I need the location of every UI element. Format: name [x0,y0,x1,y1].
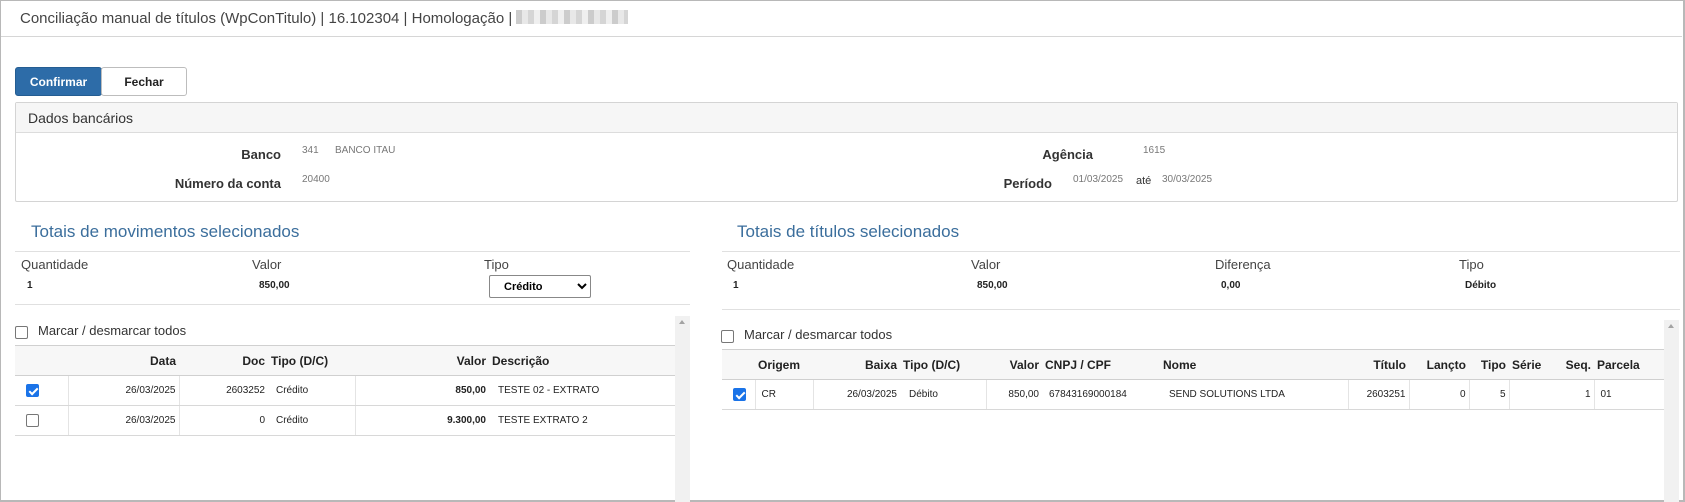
row-select-cell [15,375,69,406]
account-number-value: 20400 [302,174,330,185]
row-installment: 01 [1594,379,1664,410]
titles-header-select [722,349,755,380]
bank-panel-title: Dados bancários [16,103,1677,133]
row-type: Débito [900,379,987,410]
movements-mark-all-checkbox[interactable] [15,326,28,339]
row-select-cell [722,379,756,410]
titles-difference-label: Diferença [1215,257,1271,272]
movements-header-doc[interactable]: Doc [179,345,268,376]
titles-value-label: Valor [971,257,1001,272]
row-select-cell [15,405,69,436]
bank-code: 341 [302,145,319,156]
titles-header-installment[interactable]: Parcela [1594,349,1664,380]
titles-value-value: 850,00 [977,280,1008,291]
movements-scrollbar[interactable] [675,316,690,502]
titles-header-type[interactable]: Tipo (D/C) [900,349,986,380]
row-type: Crédito [268,375,356,406]
redacted-environment-name [516,10,629,24]
row-date: 26/03/2025 [68,375,180,406]
titles-type-label: Tipo [1459,257,1484,272]
titles-table-header: Origem Baixa Tipo (D/C) Valor CNPJ / CPF… [722,349,1664,380]
row-date: 26/03/2025 [68,405,180,436]
row-sequence: 1 [1552,379,1595,410]
period-end: 30/03/2025 [1162,174,1213,185]
window-title-bar: Conciliação manual de títulos (WpConTitu… [1,1,1682,37]
titles-type-value: Débito [1465,280,1497,291]
row-origin: CR [755,379,814,410]
table-row[interactable]: CR 26/03/2025 Débito 850,00 678431690001… [722,379,1664,410]
titles-header-origin[interactable]: Origem [755,349,813,380]
movements-table: Data Doc Tipo (D/C) Valor Descrição 26/0… [15,345,675,436]
titles-table: Origem Baixa Tipo (D/C) Valor CNPJ / CPF… [722,349,1664,410]
row-name: SEND SOLUTIONS LTDA [1160,379,1349,410]
titles-mark-all-checkbox[interactable] [721,330,734,343]
titles-header-kind[interactable]: Tipo [1469,349,1509,380]
movements-totals-divider [15,304,690,305]
titles-header-name[interactable]: Nome [1160,349,1348,380]
movements-header-value[interactable]: Valor [355,345,489,376]
movements-mark-all-label: Marcar / desmarcar todos [38,323,187,338]
row-description: TESTE EXTRATO 2 [489,405,675,436]
movements-header-select [15,345,68,376]
titles-scrollbar[interactable] [1664,320,1679,502]
table-row[interactable]: 26/03/2025 0 Crédito 9.300,00 TESTE EXTR… [15,405,675,436]
scroll-up-arrow-icon[interactable] [679,320,685,324]
close-button[interactable]: Fechar [101,67,187,96]
row-checkbox[interactable] [26,384,39,397]
scroll-up-arrow-icon[interactable] [1668,324,1674,328]
bank-label: Banco [241,147,281,162]
titles-header-value[interactable]: Valor [986,349,1042,380]
row-value: 850,00 [986,379,1042,410]
table-row[interactable]: 26/03/2025 2603252 Crédito 850,00 TESTE … [15,375,675,406]
row-series [1509,379,1552,410]
movements-title-divider [15,251,690,252]
movements-header-type[interactable]: Tipo (D/C) [268,345,355,376]
row-checkbox[interactable] [733,388,746,401]
row-value: 850,00 [355,375,489,406]
titles-title-divider [722,251,1680,252]
row-checkbox[interactable] [26,414,39,427]
movements-header-date[interactable]: Data [68,345,179,376]
titles-totals-title: Totais de títulos selecionados [737,222,960,241]
row-entry: 0 [1409,379,1470,410]
row-payment-date: 26/03/2025 [813,379,900,410]
movements-quantity-value: 1 [27,280,33,291]
movements-value-value: 850,00 [259,280,290,291]
titles-mark-all-label: Marcar / desmarcar todos [744,327,893,342]
row-kind: 5 [1469,379,1510,410]
titles-header-title[interactable]: Título [1348,349,1409,380]
titles-quantity-value: 1 [733,280,739,291]
row-type: Crédito [268,405,356,436]
movements-type-label: Tipo [484,257,509,272]
period-start: 01/03/2025 [1073,174,1124,185]
movements-value-label: Valor [252,257,282,272]
bank-name: BANCO ITAU [335,145,396,156]
agency-label: Agência [1042,147,1093,162]
titles-header-document-id[interactable]: CNPJ / CPF [1042,349,1160,380]
titles-header-sequence[interactable]: Seq. [1552,349,1594,380]
period-separator: até [1136,175,1152,187]
row-value: 9.300,00 [355,405,489,436]
titles-header-payment-date[interactable]: Baixa [813,349,900,380]
row-doc: 0 [179,405,268,436]
agency-value: 1615 [1143,145,1166,156]
titles-header-entry[interactable]: Lançto [1409,349,1469,380]
titles-difference-value: 0,00 [1221,280,1241,291]
period-label: Período [1003,176,1052,191]
row-document-id: 67843169000184 [1042,379,1160,410]
titles-totals-divider [722,309,1680,310]
row-description: TESTE 02 - EXTRATO [489,375,675,406]
row-title: 2603251 [1348,379,1410,410]
movements-totals-title: Totais de movimentos selecionados [31,222,300,241]
titles-header-series[interactable]: Série [1509,349,1552,380]
confirm-button[interactable]: Confirmar [15,67,102,96]
movements-type-select[interactable]: Crédito [489,275,591,298]
movements-header-description[interactable]: Descrição [489,345,675,376]
titles-quantity-label: Quantidade [727,257,795,272]
movements-table-header: Data Doc Tipo (D/C) Valor Descrição [15,345,675,376]
account-number-label: Número da conta [174,176,281,191]
row-doc: 2603252 [179,375,268,406]
window-title: Conciliação manual de títulos (WpConTitu… [20,10,513,27]
movements-quantity-label: Quantidade [21,257,89,272]
